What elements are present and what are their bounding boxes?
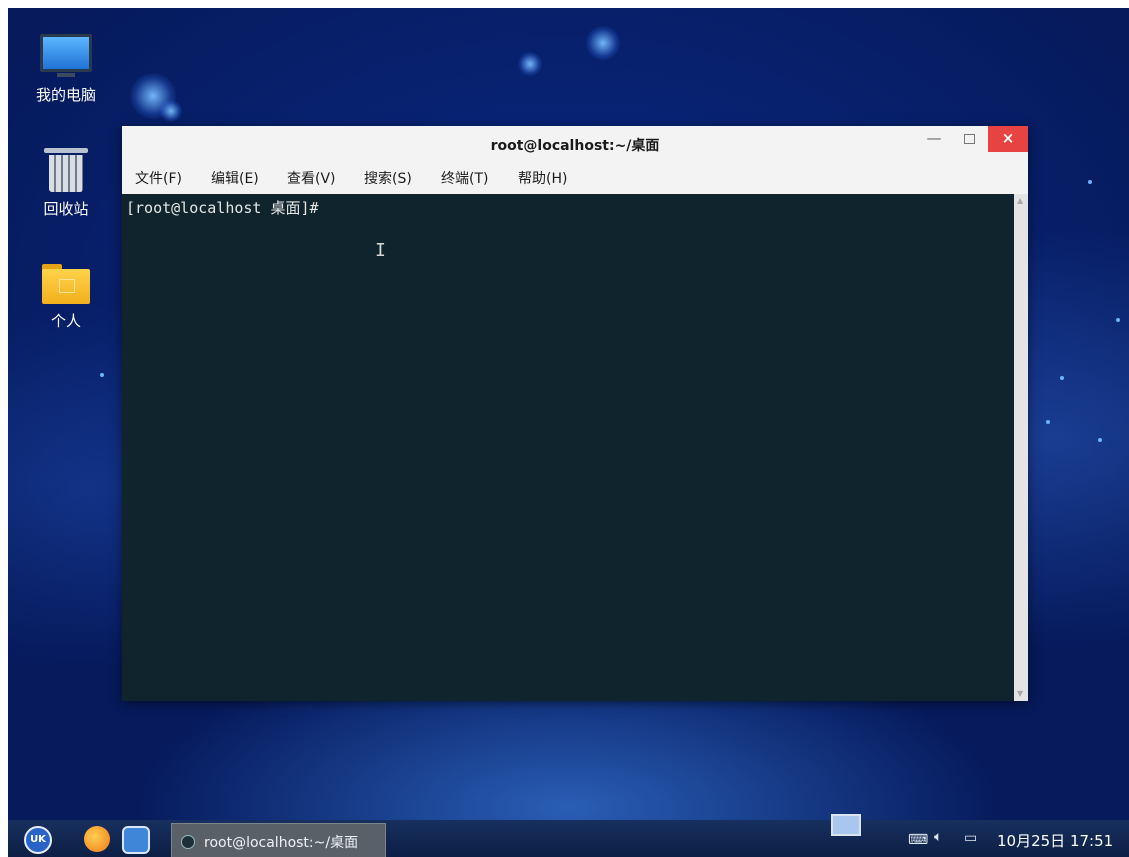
desktop-icon-label: 我的电脑: [35, 86, 96, 104]
wallpaper-glow: [518, 52, 542, 76]
close-icon: ×: [1001, 129, 1015, 147]
desktop-icon-computer[interactable]: 我的电脑: [26, 34, 106, 105]
computer-icon: [40, 34, 92, 77]
scroll-down-icon[interactable]: ▼: [1017, 690, 1025, 698]
taskbar: UK root@localhost:~/桌面 ⌨ 🔈︎ ▭ 10月25日 17:…: [8, 814, 1129, 857]
window-title: root@localhost:~/桌面: [490, 138, 660, 154]
minimize-icon: —: [926, 129, 942, 147]
window-titlebar[interactable]: root@localhost:~/桌面 — ×: [122, 126, 1028, 160]
home-folder-icon: [42, 264, 90, 304]
terminal-window: root@localhost:~/桌面 — × 文件(F) 编辑(E) 查看(V…: [122, 126, 1028, 701]
keyboard-icon[interactable]: ⌨: [908, 832, 928, 848]
wallpaper-dot: [1046, 420, 1050, 424]
desktop-icon-label: 回收站: [43, 200, 89, 218]
wallpaper-dot: [1116, 318, 1120, 322]
menu-search[interactable]: 搜索(S): [364, 168, 412, 188]
maximize-icon: [963, 134, 975, 144]
close-button[interactable]: ×: [988, 126, 1028, 152]
terminal-prompt: [root@localhost 桌面]#: [126, 199, 319, 217]
maximize-button[interactable]: [952, 126, 986, 152]
wallpaper-glow: [586, 26, 620, 60]
menu-terminal[interactable]: 终端(T): [441, 168, 488, 188]
file-manager-launcher-icon[interactable]: [122, 826, 150, 854]
terminal-app-icon: [181, 835, 195, 849]
desktop-icon-home[interactable]: 个人: [26, 264, 106, 331]
desktop-icon-trash[interactable]: 回收站: [26, 148, 106, 219]
clock[interactable]: 10月25日 17:51: [997, 830, 1113, 851]
show-desktop-icon[interactable]: [831, 814, 861, 836]
start-menu-button[interactable]: UK: [24, 826, 52, 854]
wallpaper-dot: [1098, 438, 1102, 442]
volume-icon[interactable]: 🔈︎: [934, 829, 942, 845]
wallpaper-glow: [160, 100, 182, 122]
terminal-scrollbar[interactable]: ▲ ▼: [1014, 194, 1028, 701]
minimize-button[interactable]: —: [917, 126, 951, 152]
scroll-up-icon[interactable]: ▲: [1017, 197, 1025, 205]
menu-file[interactable]: 文件(F): [135, 168, 182, 188]
wallpaper-dot: [100, 373, 104, 377]
menu-edit[interactable]: 编辑(E): [211, 168, 259, 188]
trash-icon: [44, 148, 88, 192]
network-icon[interactable]: ▭: [964, 830, 977, 846]
firefox-launcher-icon[interactable]: [84, 826, 110, 852]
menu-bar: 文件(F) 编辑(E) 查看(V) 搜索(S) 终端(T) 帮助(H): [122, 160, 1028, 195]
terminal-area[interactable]: [root@localhost 桌面]# I: [122, 194, 1014, 701]
task-label: root@localhost:~/桌面: [204, 835, 359, 851]
text-cursor-icon: I: [375, 240, 386, 261]
start-menu-label: UK: [30, 834, 46, 845]
desktop: 我的电脑 回收站 个人 root@localhost:~/桌面 — × 文件(F…: [8, 8, 1129, 857]
menu-view[interactable]: 查看(V): [287, 168, 336, 188]
desktop-icon-label: 个人: [50, 312, 81, 330]
menu-help[interactable]: 帮助(H): [518, 168, 567, 188]
wallpaper-dot: [1088, 180, 1092, 184]
taskbar-task-terminal[interactable]: root@localhost:~/桌面: [171, 823, 386, 857]
wallpaper-dot: [1060, 376, 1064, 380]
